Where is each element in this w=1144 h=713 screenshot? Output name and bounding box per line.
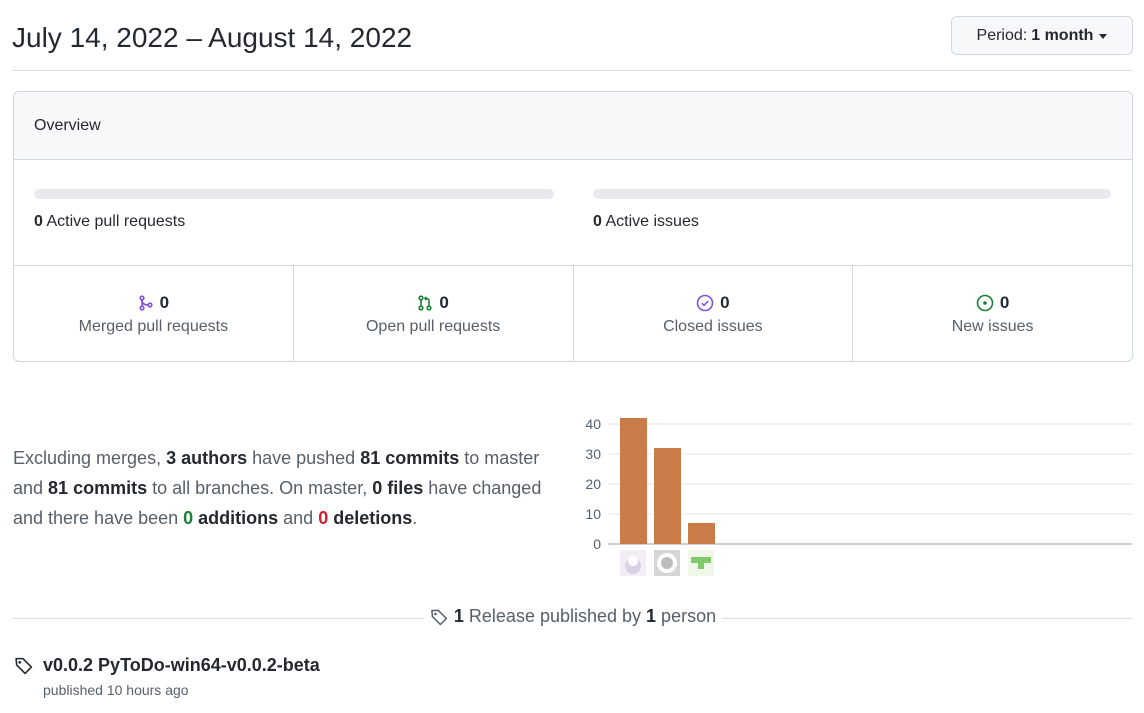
new-issue-icon — [976, 294, 994, 311]
y-tick-label: 0 — [593, 536, 601, 552]
commits-all-link[interactable]: 81 commits — [48, 478, 147, 498]
release-item: v0.0.2 PyToDo-win64-v0.0.2-beta publishe… — [14, 655, 320, 698]
release-count: 1 — [453, 606, 464, 626]
period-label: Period: — [976, 26, 1028, 44]
period-value: 1 month — [1031, 26, 1094, 44]
open-pr-icon — [418, 294, 432, 311]
author-avatar[interactable] — [620, 550, 646, 576]
active-prs-block[interactable]: 0 Active pull requests — [34, 189, 554, 231]
active-prs-label: 0 Active pull requests — [34, 213, 186, 230]
tag-icon — [431, 609, 448, 625]
stat-new-issues[interactable]: 0 New issues — [853, 266, 1132, 361]
release-people-count: 1 — [646, 606, 657, 626]
author-avatar[interactable] — [654, 550, 680, 576]
additions-count: 0 — [183, 508, 194, 528]
pulse-header: July 14, 2022 – August 14, 2022 Period: … — [12, 14, 1133, 71]
stat-open-prs[interactable]: 0 Open pull requests — [294, 266, 574, 361]
y-tick-label: 10 — [585, 506, 601, 522]
commits-master-link[interactable]: 81 commits — [360, 448, 459, 468]
release-summary: 1 Release published by 1 person — [13, 606, 1133, 630]
chart-bar[interactable] — [620, 418, 647, 544]
overview-title: Overview — [14, 92, 1132, 160]
active-prs-count: 0 — [34, 213, 43, 230]
chart-bar[interactable] — [654, 448, 681, 544]
active-issues-count: 0 — [593, 213, 602, 230]
period-dropdown-button[interactable]: Period: 1 month — [951, 16, 1133, 55]
overview-activity-bars: 0 Active pull requests 0 Active issues — [14, 160, 1132, 266]
y-tick-label: 40 — [585, 416, 601, 432]
commit-summary: Excluding merges, 3 authors have pushed … — [13, 448, 542, 528]
deletions-count: 0 — [318, 508, 329, 528]
date-range-title: July 14, 2022 – August 14, 2022 — [12, 22, 413, 53]
chevron-down-icon — [1099, 34, 1108, 39]
active-issues-block[interactable]: 0 Active issues — [593, 189, 1111, 231]
stat-closed-issues[interactable]: 0 Closed issues — [574, 266, 854, 361]
merged-pr-icon — [139, 294, 153, 311]
chart-bar[interactable] — [688, 523, 715, 544]
authors-link[interactable]: 3 authors — [166, 448, 247, 468]
y-tick-label: 20 — [585, 476, 601, 492]
release-title-link[interactable]: v0.0.2 PyToDo-win64-v0.0.2-beta — [43, 655, 320, 676]
active-issues-label: 0 Active issues — [593, 213, 699, 230]
closed-issue-icon — [696, 294, 714, 311]
stat-merged-prs[interactable]: 0 Merged pull requests — [14, 266, 294, 361]
tag-icon — [15, 657, 33, 675]
files-changed: 0 files — [372, 478, 424, 498]
overview-stats: 0 Merged pull requests 0 Open pull reque… — [14, 266, 1132, 361]
active-issues-progress-bar — [593, 189, 1111, 199]
commits-by-author-chart: 0 10 20 30 40 — [585, 416, 1132, 576]
y-tick-label: 30 — [585, 446, 601, 462]
author-avatar[interactable] — [688, 550, 714, 576]
overview-panel: Overview 0 Active pull requests 0 Active… — [13, 91, 1133, 362]
release-meta: published 10 hours ago — [43, 682, 189, 698]
active-prs-progress-bar — [34, 189, 554, 199]
